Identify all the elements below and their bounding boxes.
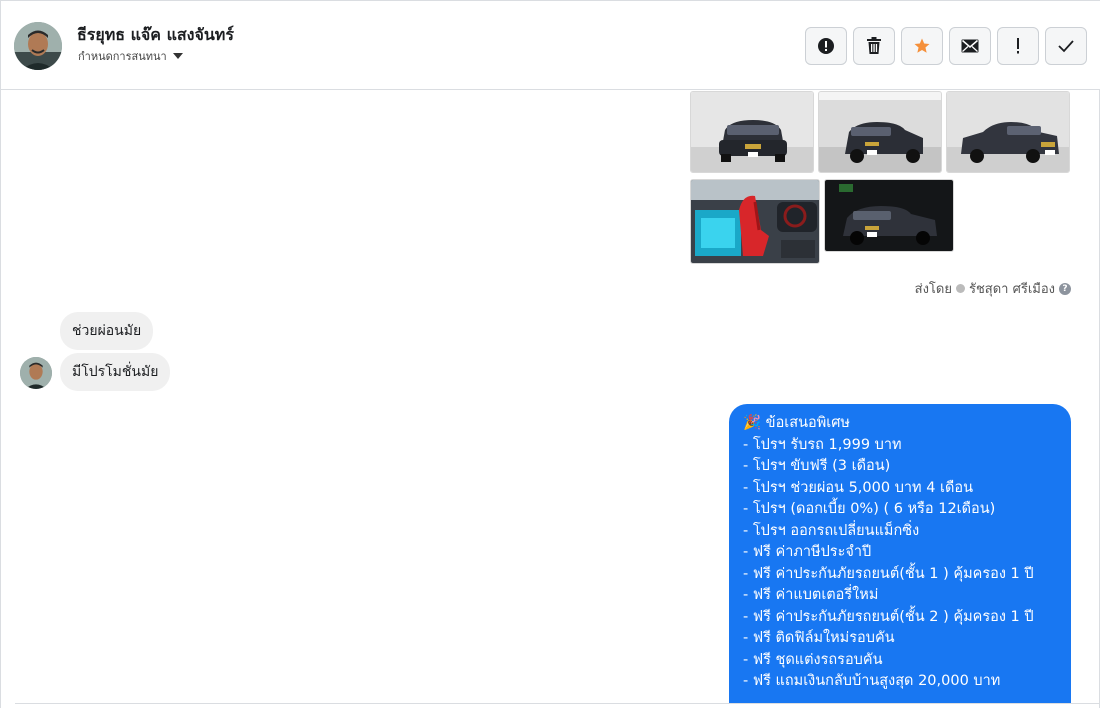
message-line: - โปรฯ รับรถ 1,999 บาท bbox=[743, 436, 902, 453]
message-line: - โปรฯ ขับฟรี (3 เดือน) bbox=[743, 458, 891, 474]
checkmark-icon bbox=[1058, 40, 1074, 53]
sent-by-name[interactable]: รัชสุดา ศรีเมือง bbox=[969, 278, 1055, 299]
sent-by-label: ส่งโดย bbox=[914, 282, 952, 297]
sender-avatar-dot bbox=[955, 284, 965, 293]
caret-down-icon bbox=[172, 53, 183, 59]
alert-circle-icon bbox=[818, 38, 834, 54]
mark-spam-button[interactable] bbox=[805, 27, 847, 65]
car-interior-photo[interactable] bbox=[690, 179, 820, 264]
message-line: - ฟรี ค่าแบตเตอรี่ใหม่ bbox=[743, 587, 879, 603]
mark-done-button[interactable] bbox=[1045, 27, 1087, 65]
sender-avatar[interactable] bbox=[20, 357, 52, 389]
conversation-header: ธีรยุทธ แจ๊ค แสงจันทร์ กำหนดการสนทนา bbox=[1, 0, 1100, 90]
message-line: - ฟรี ค่าประกันภัยรถยนต์(ชั้น 1 ) คุ้มคร… bbox=[743, 565, 1034, 582]
message-line: - โปรฯ (ดอกเบี้ย 0%) ( 6 หรือ 12เดือน) bbox=[743, 501, 996, 517]
follow-up-button[interactable] bbox=[997, 27, 1039, 65]
inbox-frame: ธีรยุทธ แจ๊ค แสงจันทร์ กำหนดการสนทนา ส่ง… bbox=[0, 0, 1100, 708]
message-line: - ฟรี ชุดแต่งรถรอบคัน bbox=[743, 651, 883, 668]
contact-avatar[interactable] bbox=[14, 22, 62, 70]
outgoing-message: 🎉 ข้อเสนอพิเศษ - โปรฯ รับรถ 1,999 บาท - โป… bbox=[729, 404, 1071, 704]
car-photo[interactable] bbox=[818, 91, 942, 173]
message-line: - ฟรี แถมเงินกลับบ้านสูงสุด 20,000 บาท bbox=[743, 673, 1001, 689]
mark-unread-button[interactable] bbox=[949, 27, 991, 65]
star-button[interactable] bbox=[901, 27, 943, 65]
message-composer[interactable] bbox=[15, 703, 1100, 709]
message-line: - ฟรี ติดฟิล์มใหม่รอบคัน bbox=[743, 630, 895, 646]
help-icon[interactable]: ? bbox=[1059, 282, 1071, 295]
message-thread: ส่งโดย รัชสุดา ศรีเมือง ? ช่วยผ่อนมัย มี… bbox=[1, 91, 1100, 708]
message-line: - ฟรี ค่าภาษีประจำปี bbox=[743, 544, 872, 560]
trash-icon bbox=[867, 37, 881, 54]
message-line: - โปรฯ ช่วยผ่อน 5,000 บาท 4 เดือน bbox=[743, 479, 974, 496]
delete-button[interactable] bbox=[853, 27, 895, 65]
incoming-message: มีโปรโมชั่นมัย bbox=[60, 353, 171, 391]
incoming-message: ช่วยผ่อนมัย bbox=[60, 312, 154, 350]
envelope-icon bbox=[961, 39, 979, 53]
star-icon bbox=[914, 38, 930, 53]
car-photo[interactable] bbox=[690, 91, 814, 173]
message-line: - โปรฯ ออกรถเปลี่ยนแม็กซิ่ง bbox=[743, 522, 920, 539]
conversation-setting-label: กำหนดการสนทนา bbox=[78, 50, 167, 63]
message-line: 🎉 ข้อเสนอพิเศษ bbox=[743, 415, 850, 431]
header-actions bbox=[805, 27, 1087, 65]
contact-name[interactable]: ธีรยุทธ แจ๊ค แสงจันทร์ bbox=[77, 23, 234, 48]
sent-by-info: ส่งโดย รัชสุดา ศรีเมือง ? bbox=[915, 278, 1071, 299]
car-photo[interactable] bbox=[824, 179, 954, 252]
message-line: - ฟรี ค่าประกันภัยรถยนต์(ชั้น 2 ) คุ้มคร… bbox=[743, 608, 1034, 625]
car-photo[interactable] bbox=[946, 91, 1070, 173]
conversation-setting-dropdown[interactable]: กำหนดการสนทนา bbox=[78, 47, 183, 65]
exclamation-icon bbox=[1017, 38, 1019, 54]
